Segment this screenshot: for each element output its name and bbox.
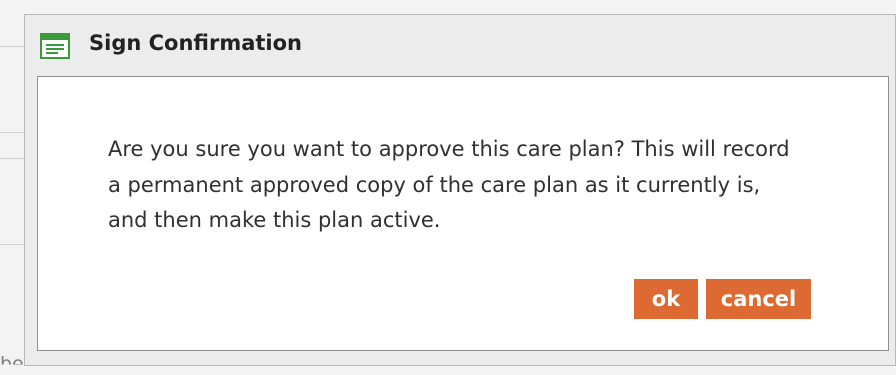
sign-confirmation-dialog: Sign Confirmation Are you sure you want … — [24, 14, 896, 366]
dialog-title: Sign Confirmation — [89, 31, 302, 55]
document-list-icon — [40, 33, 70, 59]
ok-button[interactable]: ok — [634, 279, 698, 319]
cancel-button[interactable]: cancel — [706, 279, 811, 319]
dialog-titlebar[interactable]: Sign Confirmation — [25, 15, 895, 81]
confirmation-message: Are you sure you want to approve this ca… — [108, 137, 790, 232]
dialog-body: Are you sure you want to approve this ca… — [37, 76, 889, 351]
